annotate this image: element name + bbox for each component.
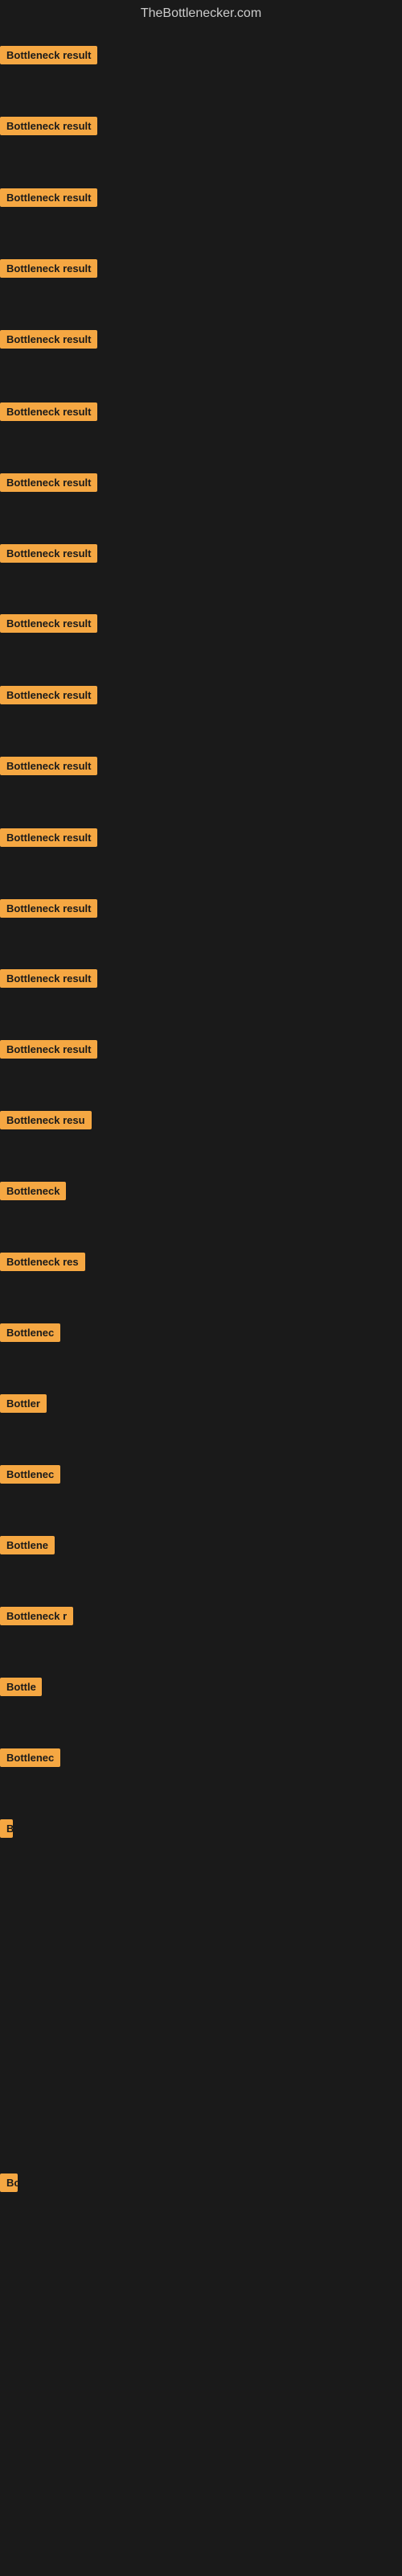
bottleneck-item: Bottleneck result [0, 1040, 97, 1063]
bottleneck-item: Bottle [0, 1678, 42, 1700]
bottleneck-item: Bottlene [0, 1536, 55, 1558]
bottleneck-item: Bottleneck result [0, 259, 97, 282]
bottleneck-badge[interactable]: Bottleneck result [0, 757, 97, 775]
bottleneck-badge[interactable]: Bottleneck [0, 1182, 66, 1200]
bottleneck-item: Bottleneck result [0, 402, 97, 425]
bottleneck-item: Bottleneck result [0, 757, 97, 779]
bottleneck-item: Bottleneck result [0, 899, 97, 922]
bottleneck-badge[interactable]: Bottleneck r [0, 1607, 73, 1625]
bottleneck-badge[interactable]: Bottler [0, 1394, 47, 1413]
bottleneck-item: Bottlenec [0, 1748, 60, 1771]
bottleneck-badge[interactable]: Bottleneck result [0, 1040, 97, 1059]
bottleneck-item: Bottlenec [0, 1323, 60, 1346]
bottleneck-badge[interactable]: Bottleneck result [0, 614, 97, 633]
bottleneck-badge[interactable]: Bottleneck result [0, 544, 97, 563]
bottleneck-badge[interactable]: Bottleneck res [0, 1253, 85, 1271]
bottleneck-item: Bottleneck result [0, 969, 97, 992]
bottleneck-badge[interactable]: Bottleneck result [0, 473, 97, 492]
bottleneck-badge[interactable]: Bottlenec [0, 1748, 60, 1767]
bottleneck-badge[interactable]: Bottleneck result [0, 330, 97, 349]
bottleneck-item: Bottleneck result [0, 330, 97, 353]
bottleneck-item: Bottleneck result [0, 614, 97, 637]
bottleneck-item: Bottleneck r [0, 1607, 73, 1629]
bottleneck-badge[interactable]: Bottleneck result [0, 969, 97, 988]
bottleneck-badge[interactable]: Bottle [0, 1678, 42, 1696]
bottleneck-item: Bottleneck result [0, 473, 97, 496]
bottleneck-item: Bottleneck result [0, 828, 97, 851]
bottleneck-badge[interactable]: Bottleneck result [0, 402, 97, 421]
bottleneck-item: Bottleneck result [0, 117, 97, 139]
bottleneck-item: Bottleneck result [0, 686, 97, 708]
bottleneck-item: Bottleneck result [0, 544, 97, 567]
bottleneck-badge[interactable]: Bottleneck result [0, 117, 97, 135]
site-title: TheBottlenecker.com [0, 0, 402, 24]
bottleneck-badge[interactable]: B [0, 1819, 13, 1838]
bottleneck-badge[interactable]: Bottleneck result [0, 899, 97, 918]
bottleneck-badge[interactable]: Bottleneck resu [0, 1111, 92, 1129]
bottleneck-item: B [0, 1819, 13, 1842]
bottleneck-badge[interactable]: Bo [0, 2174, 18, 2192]
bottleneck-badge[interactable]: Bottleneck result [0, 188, 97, 207]
bottleneck-badge[interactable]: Bottlenec [0, 1465, 60, 1484]
bottleneck-badge[interactable]: Bottlene [0, 1536, 55, 1554]
bottleneck-item: Bottleneck [0, 1182, 66, 1204]
bottleneck-badge[interactable]: Bottleneck result [0, 686, 97, 704]
bottleneck-badge[interactable]: Bottleneck result [0, 828, 97, 847]
bottleneck-item: Bo [0, 2174, 18, 2196]
bottleneck-item: Bottleneck result [0, 188, 97, 211]
bottleneck-item: Bottlenec [0, 1465, 60, 1488]
bottleneck-badge[interactable]: Bottleneck result [0, 46, 97, 64]
bottleneck-item: Bottleneck res [0, 1253, 85, 1275]
bottleneck-item: Bottler [0, 1394, 47, 1417]
bottleneck-item: Bottleneck resu [0, 1111, 92, 1133]
bottleneck-item: Bottleneck result [0, 46, 97, 68]
bottleneck-badge[interactable]: Bottlenec [0, 1323, 60, 1342]
bottleneck-badge[interactable]: Bottleneck result [0, 259, 97, 278]
